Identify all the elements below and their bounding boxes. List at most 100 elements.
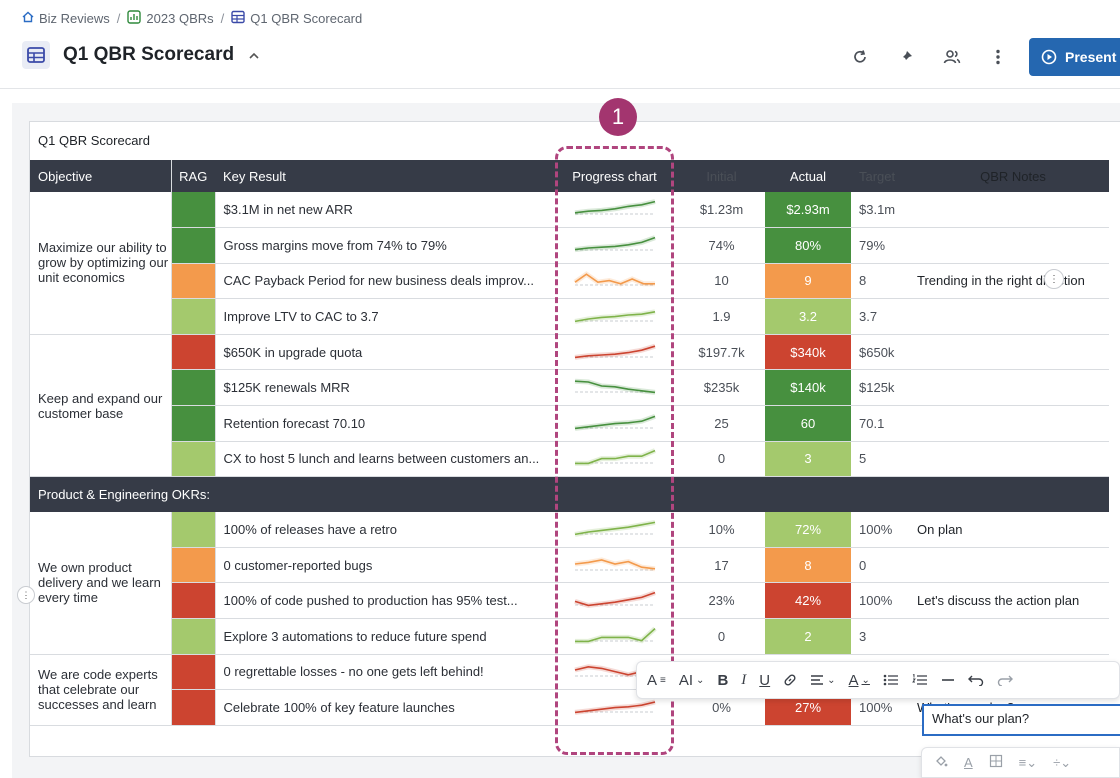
numbered-list-icon[interactable] [912,674,928,686]
rag-status-cell[interactable] [171,654,215,691]
link-icon[interactable] [783,673,797,687]
header-progress-chart[interactable]: Progress chart [551,160,678,192]
breadcrumb-item-biz-reviews[interactable]: Biz Reviews [22,11,110,26]
progress-chart-cell[interactable] [551,547,678,584]
actual-cell[interactable]: 42% [765,582,851,620]
font-size-icon[interactable]: AI ⌄ [679,672,705,689]
objective-cell[interactable]: We are code experts that celebrate our s… [30,654,172,726]
actual-cell[interactable]: 3 [765,441,851,478]
progress-chart-cell[interactable] [551,369,678,407]
key-result-cell[interactable]: Explore 3 automations to reduce future s… [214,618,551,655]
rag-status-cell[interactable] [171,441,215,478]
bold-icon[interactable]: B [717,672,728,689]
progress-chart-cell[interactable] [551,227,678,264]
rag-status-cell[interactable] [171,227,215,264]
key-result-cell[interactable]: Improve LTV to CAC to 3.7 [214,298,551,335]
header-target[interactable]: Target [851,160,909,192]
actual-cell[interactable]: $140k [765,369,851,407]
rag-status-cell[interactable] [171,334,215,371]
key-result-cell[interactable]: $650K in upgrade quota [214,334,551,371]
initial-cell[interactable]: $197.7k [678,334,765,371]
target-cell[interactable]: $125k [851,369,909,407]
progress-chart-cell[interactable] [551,192,678,229]
target-cell[interactable]: 8 [851,263,909,300]
actual-cell[interactable]: 72% [765,511,851,548]
actual-cell[interactable]: $340k [765,334,851,371]
key-result-cell[interactable]: 100% of releases have a retro [214,511,551,548]
target-cell[interactable]: 3 [851,618,909,655]
objective-cell[interactable]: Keep and expand our customer base [30,334,172,478]
qbr-notes-cell[interactable]: Trending in the right direction [909,263,1109,300]
refresh-icon[interactable] [845,42,875,72]
initial-cell[interactable]: $235k [678,369,765,407]
progress-chart-cell[interactable] [551,511,678,548]
target-cell[interactable]: 79% [851,227,909,264]
undo-icon[interactable] [967,674,984,686]
key-result-cell[interactable]: 100% of code pushed to production has 95… [214,582,551,620]
present-button[interactable]: Present [1029,38,1120,76]
rag-status-cell[interactable] [171,547,215,584]
bullet-list-icon[interactable] [883,674,899,686]
rag-status-cell[interactable] [171,582,215,620]
key-result-cell[interactable]: CX to host 5 lunch and learns between cu… [214,441,551,478]
target-cell[interactable]: 3.7 [851,298,909,335]
rag-status-cell[interactable] [171,298,215,335]
more-vertical-icon[interactable] [983,42,1013,72]
key-result-cell[interactable]: CAC Payback Period for new business deal… [214,263,551,300]
key-result-cell[interactable]: Celebrate 100% of key feature launches [214,689,551,726]
actual-cell[interactable]: 3.2 [765,298,851,335]
rag-status-cell[interactable] [171,689,215,726]
rag-status-cell[interactable] [171,192,215,229]
progress-chart-cell[interactable] [551,618,678,655]
objective-cell[interactable]: Maximize our ability to grow by optimizi… [30,192,172,335]
qbr-notes-cell[interactable] [909,441,1109,478]
breadcrumb-item-q1-qbr-scorecard[interactable]: Q1 QBR Scorecard [231,10,362,27]
qbr-notes-edit-input[interactable]: What's our plan? [922,704,1120,736]
target-cell[interactable]: 70.1 [851,405,909,442]
column-menu-icon[interactable]: ⋮ [1044,269,1064,289]
header-rag[interactable]: RAG [171,160,215,192]
key-result-cell[interactable]: $125K renewals MRR [214,369,551,407]
qbr-notes-cell[interactable]: On plan [909,511,1109,548]
actual-cell[interactable]: 60 [765,405,851,442]
pin-icon[interactable] [891,42,921,72]
initial-cell[interactable]: 23% [678,582,765,620]
qbr-notes-cell[interactable] [909,227,1109,264]
redo-icon[interactable] [997,674,1013,686]
text-color-icon[interactable]: A [964,755,973,770]
target-cell[interactable]: 5 [851,441,909,478]
progress-chart-cell[interactable] [551,582,678,620]
rag-status-cell[interactable] [171,263,215,300]
italic-icon[interactable]: I [741,672,746,689]
target-cell[interactable]: $650k [851,334,909,371]
progress-chart-cell[interactable] [551,263,678,300]
header-actual[interactable]: Actual [765,160,851,192]
key-result-cell[interactable]: Gross margins move from 74% to 79% [214,227,551,264]
initial-cell[interactable]: 10 [678,263,765,300]
qbr-notes-cell[interactable] [909,298,1109,335]
header-qbr-notes[interactable]: QBR Notes [909,160,1109,192]
initial-cell[interactable]: 1.9 [678,298,765,335]
text-color-icon[interactable]: A ⌄ [849,672,870,689]
key-result-cell[interactable]: 0 customer-reported bugs [214,547,551,584]
chevron-up-icon[interactable] [248,47,260,63]
qbr-notes-cell[interactable] [909,334,1109,371]
progress-chart-cell[interactable] [551,334,678,371]
initial-cell[interactable]: 10% [678,511,765,548]
actual-cell[interactable]: $2.93m [765,192,851,229]
initial-cell[interactable]: 17 [678,547,765,584]
underline-icon[interactable]: U [759,672,770,689]
row-menu-icon[interactable]: ⋮ [17,586,35,604]
initial-cell[interactable]: 74% [678,227,765,264]
qbr-notes-cell[interactable] [909,405,1109,442]
qbr-notes-cell[interactable] [909,618,1109,655]
objective-cell[interactable]: We own product delivery and we learn eve… [30,511,172,655]
actual-cell[interactable]: 9 [765,263,851,300]
progress-chart-cell[interactable] [551,441,678,478]
rag-status-cell[interactable] [171,511,215,548]
borders-icon[interactable] [989,754,1003,771]
qbr-notes-cell[interactable] [909,369,1109,407]
text-style-icon[interactable]: A ≡ [647,672,666,689]
target-cell[interactable]: $3.1m [851,192,909,229]
share-users-icon[interactable] [937,42,967,72]
